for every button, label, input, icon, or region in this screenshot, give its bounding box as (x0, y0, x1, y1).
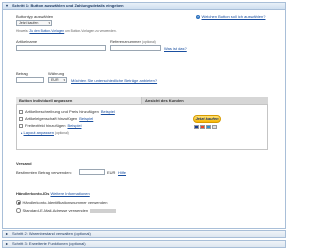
customize-option[interactable]: Artikelbeschreibung und Preis hinzufügen… (19, 109, 115, 114)
hint-suffix: um Button-Vorlagen zu verwenden. (65, 29, 117, 33)
shipping-label: Bestimmten Betrag verwenden: (16, 170, 72, 175)
merchant-title-row: Händlerkonto-IDs Weitere Informationen (16, 191, 90, 196)
currency-value: EUR (51, 78, 59, 82)
button-hint: Hinweis: Zu den Button-Vorlagen um Butto… (16, 29, 117, 33)
example-link[interactable]: Beispiel (79, 116, 93, 121)
customize-title: Button individuell anpassen (16, 97, 141, 105)
expand-arrow-icon: ▸ (6, 231, 9, 236)
ref-help-link[interactable]: Was ist das? (164, 46, 187, 51)
merchant-option-email[interactable]: Standard-E-Mail-Adresse verwenden (16, 208, 117, 213)
button-type-select[interactable]: Jetzt kaufen ▾ (16, 20, 52, 26)
customize-option[interactable]: Freitextfeld hinzufügen Beispiel (19, 123, 81, 128)
merchant-email-label: Standard-E-Mail-Adresse verwenden (22, 208, 89, 213)
step2-header[interactable]: ▸ Schritt 2: Warenbestand verwalten (opt… (2, 230, 286, 238)
customize-option[interactable]: Artikeleigenschaft hinzufügen Beispiel (19, 116, 93, 121)
more-info-link[interactable]: Weitere Informationen (50, 191, 89, 196)
option-checkbox[interactable] (19, 109, 23, 114)
ref-label: Referenznummer (110, 39, 141, 44)
triangle-right-icon: ▸ (21, 130, 23, 135)
amount-label: Betrag (16, 71, 28, 76)
merchant-option-id[interactable]: Händlerkonto-Identifikationsnummer verwe… (16, 200, 107, 205)
option-checkbox[interactable] (19, 116, 23, 121)
payment-cards (194, 125, 217, 129)
buy-now-preview-button: Jetzt kaufen (193, 115, 221, 123)
layout-optional: (optional) (54, 130, 69, 135)
hint-prefix: Hinweis: (16, 29, 29, 33)
amex-card-icon (206, 125, 211, 129)
mastercard-icon (200, 125, 205, 129)
option-label: Artikelbeschreibung und Preis hinzufügen (25, 109, 99, 114)
button-type-value: Jetzt kaufen (19, 21, 39, 25)
example-link[interactable]: Beispiel (67, 123, 81, 128)
shipping-amount-input[interactable] (79, 169, 105, 175)
shipping-help-link[interactable]: Hilfe (118, 170, 126, 175)
option-checkbox[interactable] (19, 123, 23, 128)
redacted-email-value (90, 208, 117, 213)
merchant-id-label: Händlerkonto-Identifikationsnummer verwe… (22, 200, 108, 205)
chevron-down-icon: ▾ (63, 78, 65, 82)
layout-row[interactable]: ▸ Layout anpassen (optional) (21, 130, 69, 135)
layout-link[interactable]: Layout anpassen (24, 130, 54, 135)
currency-select[interactable]: EUR ▾ (48, 77, 67, 83)
currency-label: Währung (48, 71, 65, 76)
item-name-label: Artikelname (16, 39, 38, 44)
preview-title: Ansicht des Kunden (141, 97, 268, 105)
merchant-title: Händlerkonto-IDs (16, 191, 50, 196)
expand-arrow-icon: ▸ (6, 241, 9, 246)
merchant-email-radio[interactable] (16, 208, 21, 213)
button-help-link[interactable]: Welchen Button soll ich auswählen? (202, 14, 266, 19)
multi-currency-link[interactable]: Möchten Sie unterschiedliche Beträge anb… (71, 78, 157, 83)
button-help[interactable]: ? Welchen Button soll ich auswählen? (196, 14, 265, 19)
example-link[interactable]: Beispiel (101, 109, 115, 114)
step3-title: Schritt 3: Erweiterte Funktionen (option… (12, 241, 86, 246)
templates-link[interactable]: Zu den Button-Vorlagen (29, 29, 64, 33)
step1-title: Schritt 1: Button auswählen und Zahlungs… (12, 3, 124, 8)
ref-label-row: Referenznummer (optional) (110, 39, 156, 44)
item-name-input[interactable] (16, 45, 106, 51)
step3-header[interactable]: ▸ Schritt 3: Erweiterte Funktionen (opti… (2, 240, 286, 248)
amount-input[interactable] (16, 77, 44, 83)
step1-header[interactable]: ▾ Schritt 1: Button auswählen und Zahlun… (2, 2, 286, 10)
shipping-title: Versand (16, 161, 32, 166)
ref-optional: (optional) (142, 40, 156, 44)
ref-input[interactable] (110, 45, 161, 51)
button-type-label: Buttontyp auswählen (16, 14, 54, 19)
collapse-arrow-icon: ▾ (6, 3, 9, 8)
merchant-id-radio[interactable] (16, 200, 21, 205)
visa-card-icon (194, 125, 199, 129)
step2-title: Schritt 2: Warenbestand verwalten (optio… (12, 231, 91, 236)
bank-card-icon (212, 125, 217, 129)
option-label: Artikeleigenschaft hinzufügen (25, 116, 78, 121)
shipping-currency: EUR (107, 170, 116, 175)
option-label: Freitextfeld hinzufügen (25, 123, 66, 128)
chevron-down-icon: ▾ (48, 21, 50, 25)
help-icon: ? (196, 14, 200, 19)
